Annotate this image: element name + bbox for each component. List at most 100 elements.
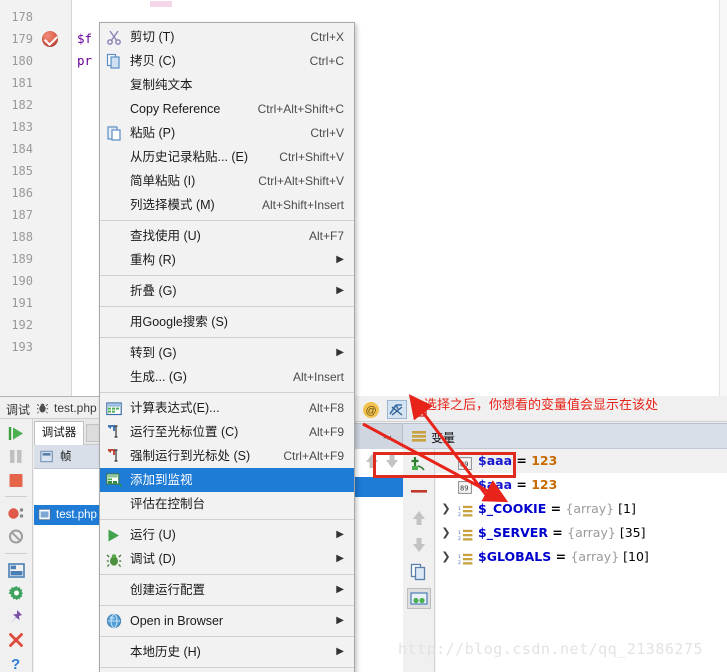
expand-chevron-icon[interactable]: ❯ <box>440 497 452 521</box>
gutter-line-184[interactable]: 184 <box>0 138 71 160</box>
tab-debugger[interactable]: 调试器 <box>34 421 84 445</box>
evaluate-expression-icon[interactable] <box>387 400 407 419</box>
gutter-line-190[interactable]: 190 <box>0 270 71 292</box>
line-number: 186 <box>11 186 33 200</box>
editor-context-menu[interactable]: 剪切 (T) Ctrl+X 拷贝 (C) Ctrl+C 复制纯文本 Copy Refere… <box>99 22 355 672</box>
move-up-icon[interactable] <box>407 507 431 528</box>
menu-item[interactable]: 简单粘贴 (I) Ctrl+Alt+Shift+V <box>100 169 354 193</box>
gutter-line-185[interactable]: 185 <box>0 160 71 182</box>
close-icon[interactable] <box>4 631 28 649</box>
menu-item[interactable]: 剪切 (T) Ctrl+X <box>100 25 354 49</box>
menu-item-label: Copy Reference <box>130 102 221 116</box>
variable-row[interactable]: ❯ 1 2 $_SERVER = {array} [35] <box>436 521 727 545</box>
editor-gutter[interactable]: 178 179 180 181 182 183 184 185 186 187 188 189 190 1… <box>0 0 72 396</box>
variable-row[interactable]: ❯ 1 2 $_COOKIE = {array} [1] <box>436 497 727 521</box>
expand-chevron-icon[interactable]: ❯ <box>440 521 452 545</box>
menu-item[interactable]: 复制纯文本 <box>100 73 354 97</box>
restore-layout-icon[interactable] <box>4 561 28 579</box>
pause-program-icon[interactable] <box>4 447 28 465</box>
help-icon[interactable]: ? <box>4 655 28 672</box>
variable-row[interactable]: 89 $aaa = 123 <box>436 449 727 473</box>
menu-item[interactable]: 粘贴 (P) Ctrl+V <box>100 121 354 145</box>
svg-text:2: 2 <box>458 536 461 542</box>
line-number: 181 <box>11 76 33 90</box>
gutter-line-180[interactable]: 180 <box>0 50 71 72</box>
menu-item[interactable]: Copy Reference Ctrl+Alt+Shift+C <box>100 97 354 121</box>
add-watch-icon[interactable] <box>407 453 431 474</box>
settings-gear-icon[interactable] <box>4 584 28 602</box>
menu-item[interactable]: 评估在控制台 <box>100 492 354 516</box>
watch-at-icon[interactable]: @ <box>361 400 381 419</box>
gutter-line-189[interactable]: 189 <box>0 248 71 270</box>
menu-item[interactable]: 重构 (R) ▶ <box>100 248 354 272</box>
copy-icon[interactable] <box>407 561 431 582</box>
debug-tab-strip[interactable]: 调试器 <box>34 419 100 445</box>
menu-item[interactable]: 计算表达式(E)... Alt+F8 <box>100 396 354 420</box>
variables-tree[interactable]: 89 $aaa = 123 89 $aaa = 123 ❯ 1 2 $_COOKIE = {a… <box>436 449 727 672</box>
gutter-line-193[interactable]: 193 <box>0 336 71 358</box>
variable-row[interactable]: 89 $aaa = 123 <box>436 473 727 497</box>
menu-item[interactable]: 运行至光标位置 (C) Alt+F9 <box>100 420 354 444</box>
menu-item[interactable]: 生成... (G) Alt+Insert <box>100 365 354 389</box>
variable-type: {array} <box>570 549 620 564</box>
menu-item-label: 调试 (D) <box>130 552 176 566</box>
gutter-line-187[interactable]: 187 <box>0 204 71 226</box>
debug-file-label[interactable]: test.php <box>54 401 97 415</box>
gutter-line-183[interactable]: 183 <box>0 116 71 138</box>
variable-name: $GLOBALS <box>478 549 552 564</box>
gutter-line-181[interactable]: 181 <box>0 72 71 94</box>
gutter-line-182[interactable]: 182 <box>0 94 71 116</box>
menu-item[interactable]: 本地历史 (H) ▶ <box>100 640 354 664</box>
expand-chevron-icon[interactable]: ❯ <box>440 545 452 569</box>
menu-item[interactable]: 创建运行配置 ▶ <box>100 578 354 602</box>
gutter-line-192[interactable]: 192 <box>0 314 71 336</box>
debug-actions-toolbar[interactable]: ? <box>0 419 33 672</box>
frames-list[interactable]: test.php <box>34 469 100 672</box>
menu-item[interactable]: 用Google搜索 (S) <box>100 310 354 334</box>
toolbar-divider-2 <box>5 552 27 554</box>
gutter-line-188[interactable]: 188 <box>0 226 71 248</box>
debug-bug-icon <box>106 551 122 567</box>
stop-icon[interactable] <box>4 471 28 489</box>
gutter-line-186[interactable]: 186 <box>0 182 71 204</box>
mute-breakpoints-icon[interactable] <box>4 528 28 546</box>
view-breakpoints-icon[interactable] <box>4 504 28 522</box>
chevron-right-icon: ▶ <box>336 584 344 595</box>
variable-row[interactable]: ❯ 1 2 $GLOBALS = {array} [10] <box>436 545 727 569</box>
watermark-text: http://blog.csdn.net/qq_21386275 <box>398 640 703 658</box>
pin-icon[interactable] <box>4 608 28 626</box>
menu-separator <box>100 337 354 338</box>
variables-side-toolbar[interactable] <box>403 449 435 672</box>
variable-type: {array} <box>567 525 616 540</box>
remove-watch-icon[interactable] <box>407 480 431 501</box>
frame-down-icon[interactable] <box>381 451 403 471</box>
inspect-icon[interactable] <box>406 588 431 609</box>
cut-icon <box>106 29 122 45</box>
gutter-line-179[interactable]: 179 <box>0 28 71 50</box>
menu-item[interactable]: 从历史记录粘贴... (E) Ctrl+Shift+V <box>100 145 354 169</box>
menu-item[interactable]: 转到 (G) ▶ <box>100 341 354 365</box>
menu-item[interactable]: 列选择模式 (M) Alt+Shift+Insert <box>100 193 354 217</box>
menu-item[interactable]: 运行 (U) ▶ <box>100 523 354 547</box>
add-to-watch-icon <box>106 472 123 488</box>
resume-program-icon[interactable] <box>4 424 28 442</box>
menu-item[interactable]: 强制运行到光标处 (S) Ctrl+Alt+F9 <box>100 444 354 468</box>
menu-separator <box>100 605 354 606</box>
menu-item[interactable]: 折叠 (G) ▶ <box>100 279 354 303</box>
frame-up-icon[interactable] <box>361 451 383 471</box>
menu-item[interactable]: 添加到监视 <box>100 468 354 492</box>
menu-item[interactable]: 拷贝 (C) Ctrl+C <box>100 49 354 73</box>
php-file-icon <box>38 508 51 521</box>
gutter-line-178[interactable]: 178 <box>0 6 71 28</box>
gutter-line-191[interactable]: 191 <box>0 292 71 314</box>
step-out-arrow-icon[interactable]: ⇥ <box>383 433 391 444</box>
breakpoint-icon[interactable] <box>42 31 58 47</box>
move-down-icon[interactable] <box>407 534 431 555</box>
editor-scrollbar-track[interactable] <box>719 0 727 396</box>
chevron-right-icon: ▶ <box>336 285 344 296</box>
menu-item[interactable]: 调试 (D) ▶ <box>100 547 354 571</box>
menu-item[interactable]: 查找使用 (U) Alt+F7 <box>100 224 354 248</box>
frame-list-item[interactable]: test.php <box>34 505 100 525</box>
tab-console-partial[interactable] <box>86 424 100 442</box>
menu-item[interactable]: Open in Browser ▶ <box>100 609 354 633</box>
